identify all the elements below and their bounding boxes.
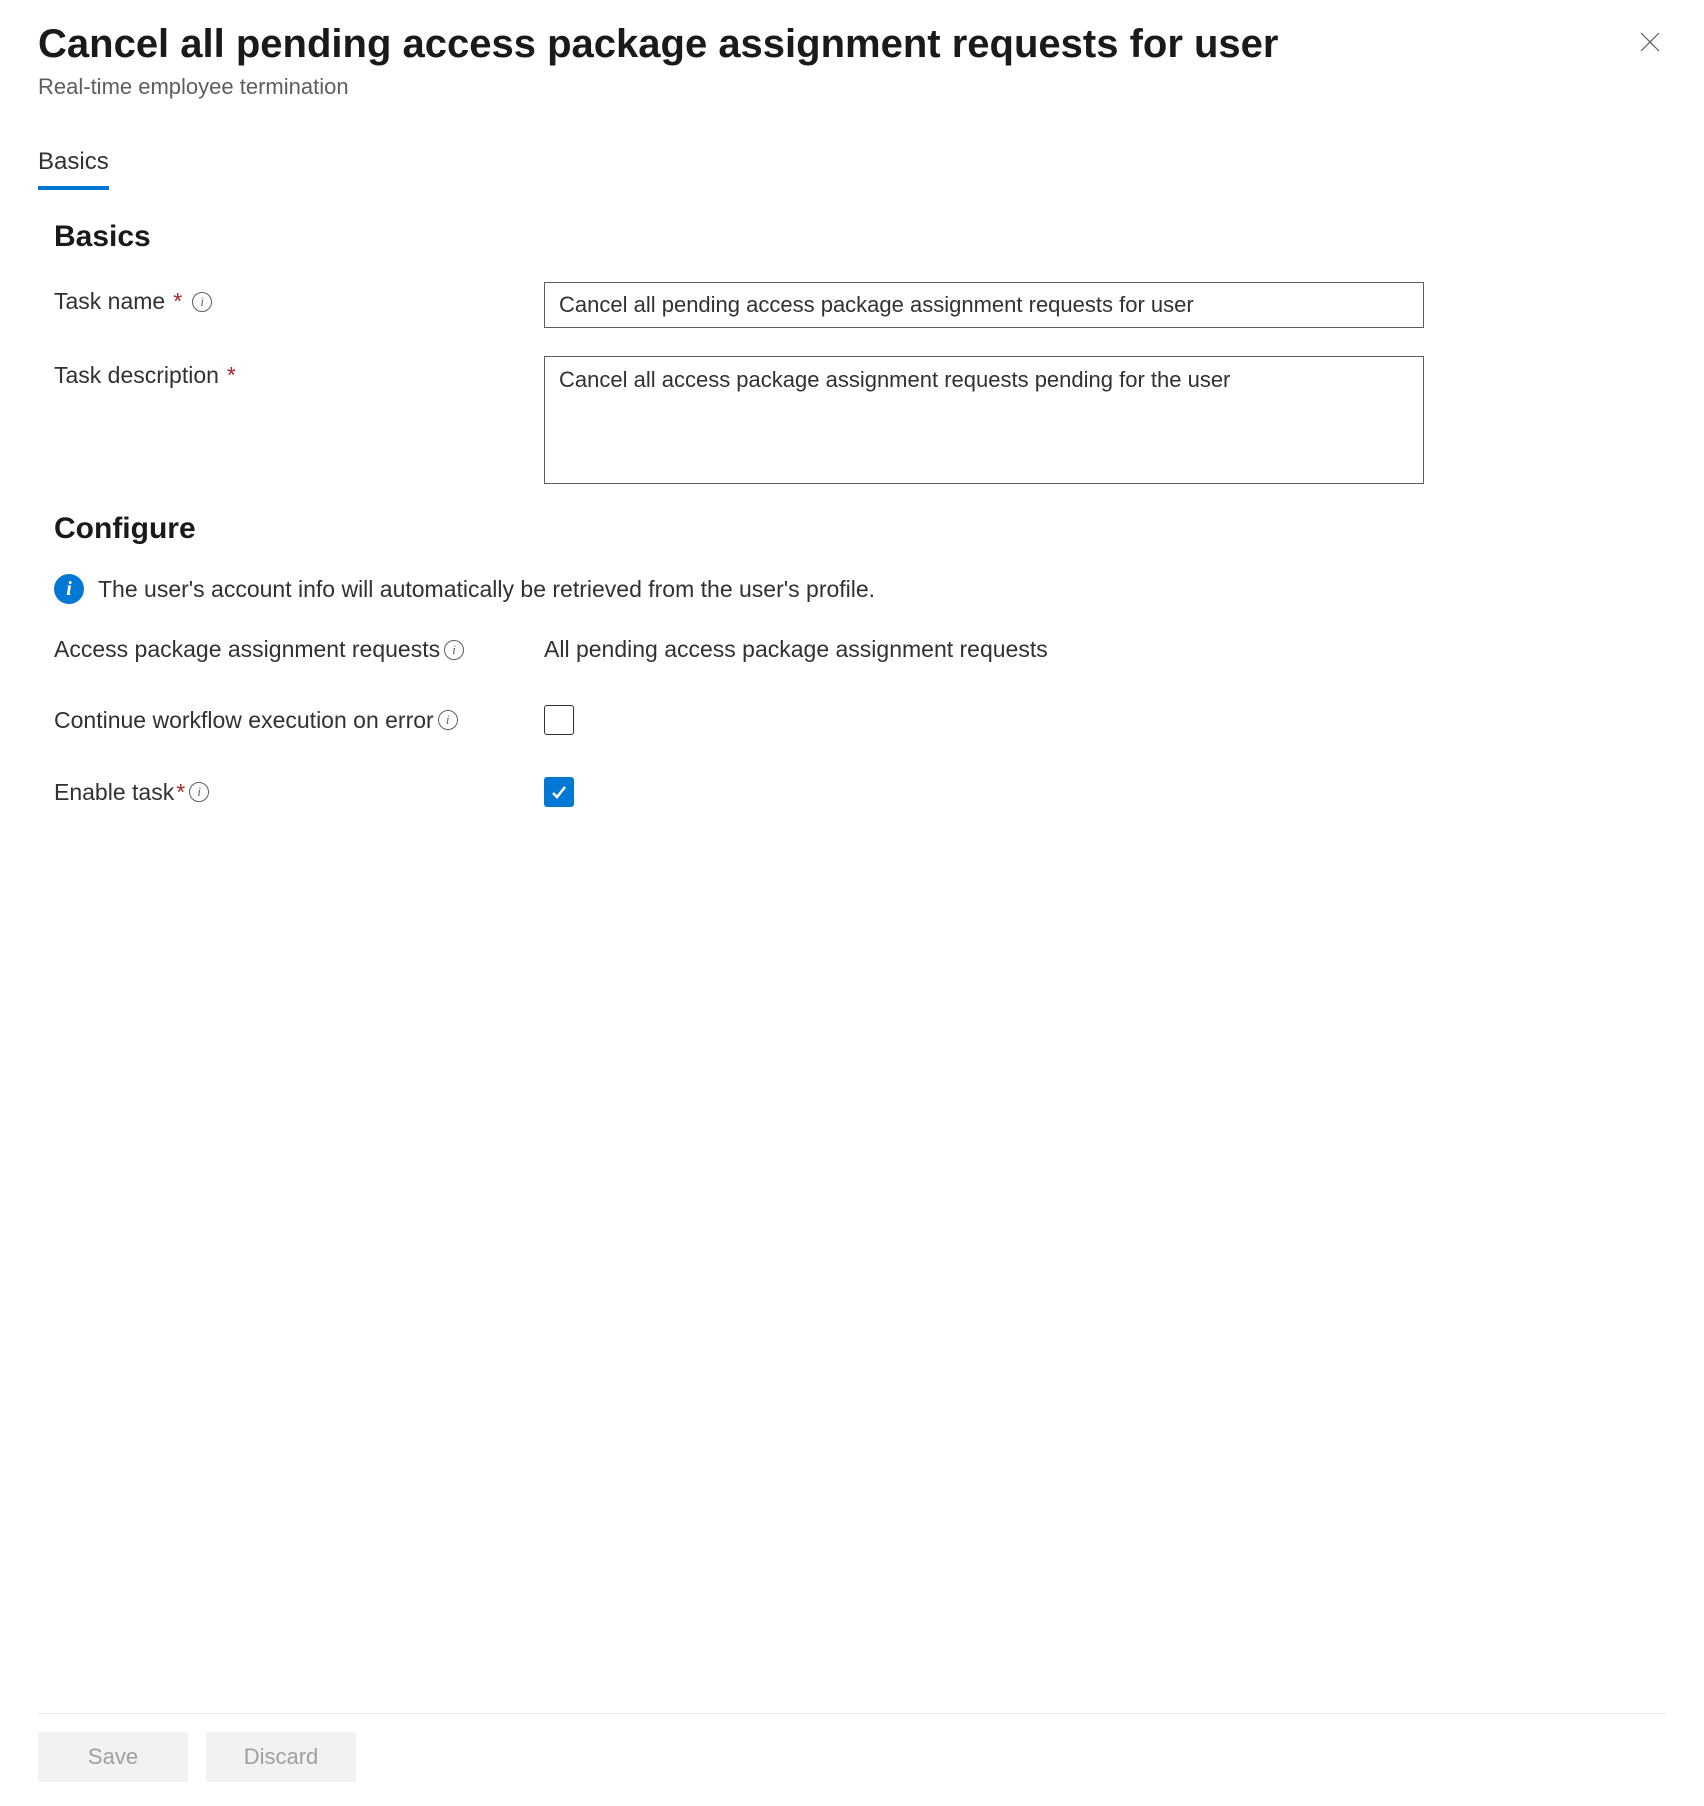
access-requests-label: Access package assignment requests i xyxy=(54,636,544,663)
access-requests-label-text: Access package assignment requests xyxy=(54,636,440,663)
info-icon[interactable]: i xyxy=(189,782,209,802)
continue-on-error-label: Continue workflow execution on error i xyxy=(54,707,544,734)
page-subtitle: Real-time employee termination xyxy=(38,74,1606,100)
info-banner-text: The user's account info will automatical… xyxy=(98,576,875,603)
page-title: Cancel all pending access package assign… xyxy=(38,20,1606,68)
info-icon[interactable]: i xyxy=(192,292,212,312)
enable-task-row: Enable task * i xyxy=(54,777,1666,807)
panel-header: Cancel all pending access package assign… xyxy=(38,20,1666,100)
task-name-row: Task name * i xyxy=(54,282,1666,328)
basics-section-heading: Basics xyxy=(54,220,1666,254)
access-requests-row: Access package assignment requests i All… xyxy=(54,636,1666,663)
enable-task-checkbox[interactable] xyxy=(544,777,574,807)
configure-section-heading: Configure xyxy=(54,512,1666,546)
configure-section: Configure i The user's account info will… xyxy=(54,512,1666,807)
panel-footer: Save Discard xyxy=(38,1713,1666,1806)
required-indicator: * xyxy=(176,779,185,806)
task-name-input[interactable] xyxy=(544,282,1424,328)
enable-task-label: Enable task * i xyxy=(54,779,544,806)
continue-on-error-checkbox[interactable] xyxy=(544,705,574,735)
continue-on-error-row: Continue workflow execution on error i xyxy=(54,705,1666,735)
task-description-label-text: Task description xyxy=(54,362,219,389)
tab-basics[interactable]: Basics xyxy=(38,148,109,190)
save-button[interactable]: Save xyxy=(38,1732,188,1782)
info-icon[interactable]: i xyxy=(444,640,464,660)
close-button[interactable] xyxy=(1634,26,1666,58)
panel-content: Basics Task name * i Task description * … xyxy=(38,190,1666,1713)
task-description-label: Task description * xyxy=(54,356,544,389)
close-icon xyxy=(1639,31,1661,53)
required-indicator: * xyxy=(173,288,182,315)
access-requests-value: All pending access package assignment re… xyxy=(544,636,1048,663)
info-icon[interactable]: i xyxy=(438,710,458,730)
discard-button[interactable]: Discard xyxy=(206,1732,356,1782)
task-name-label: Task name * i xyxy=(54,282,544,315)
task-description-row: Task description * Cancel all access pac… xyxy=(54,356,1666,484)
continue-on-error-label-text: Continue workflow execution on error xyxy=(54,707,434,734)
task-name-label-text: Task name xyxy=(54,288,165,315)
task-description-input[interactable]: Cancel all access package assignment req… xyxy=(544,356,1424,484)
info-banner-icon: i xyxy=(54,574,84,604)
task-panel: Cancel all pending access package assign… xyxy=(0,0,1704,1806)
info-banner: i The user's account info will automatic… xyxy=(54,574,1666,604)
tab-bar: Basics xyxy=(38,148,1666,190)
required-indicator: * xyxy=(227,362,236,389)
enable-task-label-text: Enable task xyxy=(54,779,174,806)
